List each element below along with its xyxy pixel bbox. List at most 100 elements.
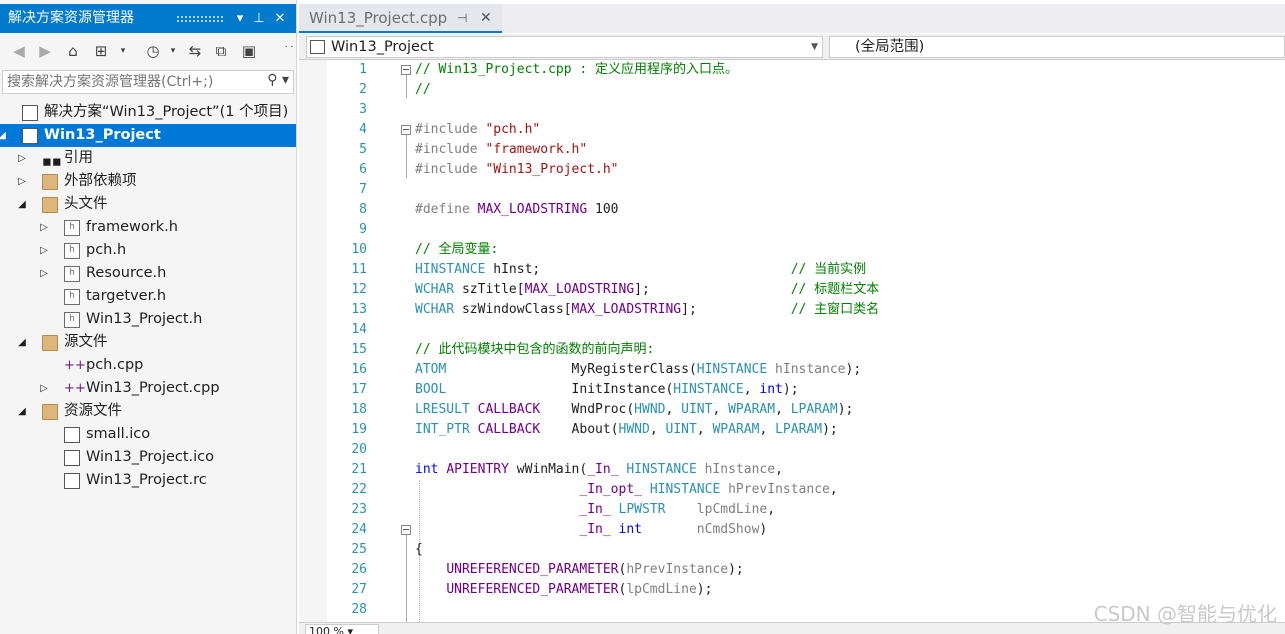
tree-item[interactable]: ▷ ▪▪ 引用 [0, 147, 296, 170]
tree-item-label: Win13_Project.ico [86, 449, 215, 465]
expand-arrow-icon[interactable]: ▷ [16, 147, 28, 170]
project-dropdown-value: Win13_Project [331, 39, 434, 55]
zoom-level-dropdown[interactable]: 100 % ▾ [305, 624, 379, 634]
overflow-icon[interactable]: ˙˙ [278, 39, 296, 63]
tree-item[interactable]: ▷ h framework.h [0, 216, 296, 239]
expand-arrow-icon[interactable]: ▷ [38, 239, 50, 262]
cpp-project-icon [310, 40, 325, 54]
code-line: 11 HINSTANCE hInst; // 当前实例 [327, 260, 1285, 280]
line-number: 11 [351, 262, 367, 277]
collapse-arrow-icon[interactable]: ◢ [16, 331, 28, 354]
tab-win13-project-cpp[interactable]: Win13_Project.cpp ⊣ ✕ [299, 4, 502, 33]
solution-explorer-title: 解决方案资源管理器 [8, 10, 134, 26]
line-number: 22 [351, 482, 367, 497]
close-tab-icon[interactable]: ✕ [480, 4, 492, 33]
line-number: 10 [351, 242, 367, 257]
forward-icon[interactable]: ▶ [34, 39, 56, 63]
collapse-all-icon[interactable]: ⧉ [210, 39, 232, 63]
code-text: WCHAR szWindowClass[MAX_LOADSTRING]; // … [415, 302, 880, 317]
code-line: 8 #define MAX_LOADSTRING 100 [327, 200, 1285, 220]
close-icon[interactable]: ✕ [270, 4, 290, 33]
zoom-level: 100 % [309, 625, 344, 634]
code-line: 2 // [327, 80, 1285, 100]
tree-item-label: targetver.h [86, 288, 167, 304]
auto-hide-pin-icon[interactable]: ⊥ [249, 4, 269, 33]
fold-toggle-icon[interactable] [401, 125, 411, 135]
project-dropdown[interactable]: Win13_Project ▼ [306, 36, 823, 58]
collapse-arrow-icon[interactable]: ◢ [0, 124, 8, 147]
code-text: HINSTANCE hInst; // 当前实例 [415, 262, 867, 277]
expand-arrow-icon[interactable]: ▷ [38, 216, 50, 239]
image-file-icon [64, 450, 80, 466]
code-text: #include "framework.h" [415, 142, 588, 157]
tree-item[interactable]: ◢ 源文件 [0, 331, 296, 354]
code-line: 5 #include "framework.h" [327, 140, 1285, 160]
line-number: 6 [359, 162, 367, 177]
tree-item[interactable]: 解决方案“Win13_Project”(1 个项目) [0, 101, 296, 124]
tree-item[interactable]: ▷ h pch.h [0, 239, 296, 262]
code-editor[interactable]: 1 // Win13_Project.cpp : 定义应用程序的入口点。 2 // 3 4… [327, 60, 1285, 622]
collapse-arrow-icon[interactable]: ◢ [16, 193, 28, 216]
chevron-down-icon[interactable]: ▾ [162, 39, 184, 63]
tree-item[interactable]: small.ico [0, 423, 296, 446]
tree-item[interactable]: ◢ 资源文件 [0, 400, 296, 423]
code-text: INT_PTR CALLBACK About(HWND, UINT, WPARA… [415, 422, 838, 437]
code-text: int APIENTRY wWinMain(_In_ HINSTANCE hIn… [415, 462, 783, 477]
scope-dropdown[interactable]: (全局范围) [829, 36, 1285, 58]
back-icon[interactable]: ◀ [8, 39, 30, 63]
header-file-icon: h [64, 266, 80, 282]
chevron-down-icon[interactable]: ▾ [112, 39, 134, 63]
tree-item[interactable]: h Win13_Project.h [0, 308, 296, 331]
home-icon[interactable]: ⌂ [62, 39, 84, 63]
code-text: _In_ int nCmdShow) [579, 522, 768, 537]
tree-item[interactable]: Win13_Project.ico [0, 446, 296, 469]
pin-tab-icon[interactable]: ⊣ [457, 4, 467, 33]
code-text: // [415, 82, 431, 97]
solution-explorer-titlebar[interactable]: 解决方案资源管理器 ▾ ⊥ ✕ [0, 4, 296, 33]
code-line: 7 [327, 180, 1285, 200]
line-number: 25 [351, 542, 367, 557]
line-number: 20 [351, 442, 367, 457]
expand-arrow-icon[interactable]: ▷ [16, 170, 28, 193]
tree-item[interactable]: ++ pch.cpp [0, 354, 296, 377]
search-icon[interactable]: ⚲ ▾ [267, 72, 289, 88]
search-input[interactable] [7, 73, 257, 91]
chevron-down-icon[interactable]: ▼ [811, 37, 818, 57]
pending-changes-filter-icon[interactable]: ◷ [142, 39, 164, 63]
code-text: LRESULT CALLBACK WndProc(HWND, UINT, WPA… [415, 402, 854, 417]
tree-item[interactable]: h targetver.h [0, 285, 296, 308]
fold-toggle-icon[interactable] [401, 65, 411, 75]
solution-explorer-panel: 解决方案资源管理器 ▾ ⊥ ✕ ◀ ▶ ⌂ ⊞ ▾ ◷ ▾ ⇆ ⧉ ▣ ˙˙ ⚲… [0, 0, 297, 634]
line-number: 2 [359, 82, 367, 97]
tree-item[interactable]: ▷ h Resource.h [0, 262, 296, 285]
tree-item[interactable]: ◢ Win13_Project [0, 124, 296, 147]
drag-grip[interactable] [176, 15, 224, 23]
code-line: 1 // Win13_Project.cpp : 定义应用程序的入口点。 [327, 60, 1285, 80]
line-number: 12 [351, 282, 367, 297]
code-text: // Win13_Project.cpp : 定义应用程序的入口点。 [415, 62, 739, 77]
line-number: 4 [359, 122, 367, 137]
tree-item-label: pch.h [86, 242, 127, 258]
tree-item-label: small.ico [86, 426, 151, 442]
code-line: 23 _In_ LPWSTR lpCmdLine, [327, 500, 1285, 520]
resource-file-icon [64, 473, 80, 489]
window-position-dropdown-icon[interactable]: ▾ [230, 4, 250, 33]
navigation-bar: Win13_Project ▼ (全局范围) [299, 34, 1285, 60]
tree-item-label: Win13_Project.h [86, 311, 203, 327]
header-file-icon: h [64, 289, 80, 305]
tree-item[interactable]: ▷ 外部依赖项 [0, 170, 296, 193]
tree-item[interactable]: ▷ ++ Win13_Project.cpp [0, 377, 296, 400]
expand-arrow-icon[interactable]: ▷ [38, 377, 50, 400]
tree-item[interactable]: ◢ 头文件 [0, 193, 296, 216]
collapse-arrow-icon[interactable]: ◢ [16, 400, 28, 423]
line-number: 17 [351, 382, 367, 397]
sync-with-active-document-icon[interactable]: ⇆ [184, 39, 206, 63]
solution-icon [22, 105, 38, 121]
show-all-files-icon[interactable]: ▣ [238, 39, 260, 63]
solution-explorer-search[interactable]: ⚲ ▾ [2, 70, 294, 94]
fold-toggle-icon[interactable] [401, 525, 411, 535]
switch-views-icon[interactable]: ⊞ [90, 39, 112, 63]
expand-arrow-icon[interactable]: ▷ [38, 262, 50, 285]
code-text: #include "Win13_Project.h" [415, 162, 619, 177]
tree-item[interactable]: Win13_Project.rc [0, 469, 296, 492]
